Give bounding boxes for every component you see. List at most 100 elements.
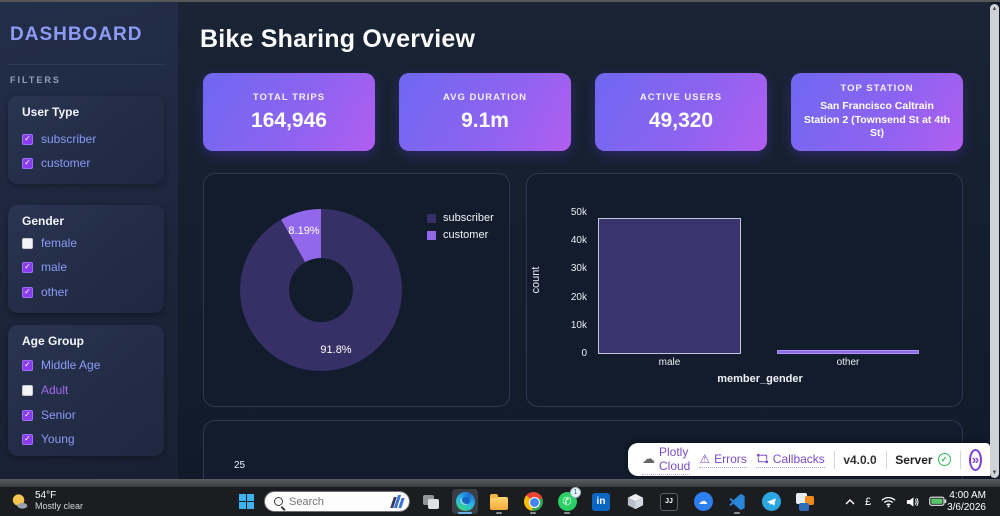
kpi-value: 49,320 xyxy=(648,108,714,132)
wifi-icon[interactable] xyxy=(881,496,896,508)
vmware-icon xyxy=(796,492,814,511)
checkbox-icon[interactable]: ✓ xyxy=(22,261,33,273)
linkedin-icon: in xyxy=(592,492,610,511)
scroll-down-arrow[interactable]: ▼ xyxy=(992,470,998,476)
y-tick: 20k xyxy=(570,292,587,303)
checkbox-icon[interactable]: ✓ xyxy=(22,384,33,396)
checkbox-label: other xyxy=(41,285,69,299)
kpi-value: 9.1m xyxy=(461,108,509,132)
kpi-card-active-users: ACTIVE USERS 49,320 xyxy=(595,73,767,151)
checkbox-option-adult[interactable]: ✓ Adult xyxy=(22,383,68,397)
bar-plot-area xyxy=(597,213,923,354)
taskbar-vmware-button[interactable] xyxy=(792,489,818,514)
windows-taskbar: 54°F Mostly clear ✆1 in xyxy=(0,487,1000,516)
kpi-value: San Francisco Caltrain Station 2 (Townse… xyxy=(803,100,951,140)
kpi-card-avg-duration: AVG DURATION 9.1m xyxy=(399,73,571,151)
checkbox-option-other[interactable]: ✓ other xyxy=(22,285,68,299)
desktop-screen: DASHBOARD FILTERS User Type ✓ subscriber… xyxy=(0,0,1000,516)
page-scrollbar[interactable]: ▲ ▼ xyxy=(990,4,999,478)
taskbar-search[interactable] xyxy=(264,491,410,512)
checkbox-icon[interactable]: ✓ xyxy=(22,433,33,445)
legend-item-subscriber[interactable]: subscriber xyxy=(427,212,494,224)
search-input[interactable] xyxy=(289,495,371,508)
checkbox-icon[interactable]: ✓ xyxy=(22,237,33,249)
checkbox-label: customer xyxy=(41,156,91,170)
checkbox-option-female[interactable]: ✓ female xyxy=(22,236,77,250)
checkbox-icon[interactable]: ✓ xyxy=(22,157,33,169)
filter-group-age: Age Group ✓ Middle Age ✓ Adult ✓ Senior … xyxy=(8,325,164,456)
battery-icon[interactable] xyxy=(929,496,947,507)
weather-icon xyxy=(12,493,28,509)
start-button[interactable] xyxy=(239,494,254,509)
running-indicator xyxy=(530,512,536,514)
cube-icon xyxy=(627,493,643,510)
taskbar-app-icons: ✆ 1 in JJ ☁ xyxy=(418,487,818,515)
taskbar-chrome-button[interactable] xyxy=(520,489,546,514)
checkbox-label: Senior xyxy=(41,408,76,422)
errors-button[interactable]: ⚠ Errors xyxy=(699,451,747,468)
kpi-card-top-station: TOP STATION San Francisco Caltrain Stati… xyxy=(791,73,963,151)
app-title: DASHBOARD xyxy=(10,24,143,45)
gender-bar-panel: count 0 10k 20k 30k 40k 50k male other m… xyxy=(526,173,963,407)
volume-icon[interactable] xyxy=(906,496,919,508)
taskbar-ide-button[interactable]: JJ xyxy=(656,489,682,514)
checkbox-option-customer[interactable]: ✓ customer xyxy=(22,156,90,170)
checkbox-icon[interactable]: ✓ xyxy=(22,286,33,298)
legend-item-customer[interactable]: customer xyxy=(427,229,494,241)
plotly-cloud-label: Plotly Cloud xyxy=(659,444,691,473)
running-indicator xyxy=(458,512,472,514)
checkbox-icon[interactable]: ✓ xyxy=(22,359,33,371)
y-tick: 30k xyxy=(570,263,587,274)
checkbox-option-subscriber[interactable]: ✓ subscriber xyxy=(22,132,96,146)
scroll-up-arrow[interactable]: ▲ xyxy=(992,6,998,12)
x-tick-male: male xyxy=(658,357,681,368)
blue-app-icon: ☁ xyxy=(693,492,713,511)
weather-condition: Mostly clear xyxy=(35,501,84,511)
checkbox-option-middle-age[interactable]: ✓ Middle Age xyxy=(22,358,100,372)
filter-group-gender: Gender ✓ female ✓ male ✓ other xyxy=(8,205,164,313)
taskbar-edge-button[interactable] xyxy=(452,489,478,514)
taskbar-vscode-button[interactable] xyxy=(724,489,750,514)
divider xyxy=(959,450,961,469)
taskbar-explorer-button[interactable] xyxy=(486,489,512,514)
filters-sidebar: DASHBOARD FILTERS User Type ✓ subscriber… xyxy=(0,2,178,479)
running-indicator xyxy=(734,512,740,514)
taskbar-blue-app-button[interactable]: ☁ xyxy=(690,489,716,514)
taskbar-linkedin-button[interactable]: in xyxy=(588,489,614,514)
checkbox-label: Middle Age xyxy=(41,358,101,372)
legend-swatch xyxy=(427,230,436,240)
tray-chevron-up[interactable] xyxy=(845,498,855,505)
plotly-cloud-button[interactable]: ☁ Plotly Cloud xyxy=(642,445,690,475)
checkbox-option-young[interactable]: ✓ Young xyxy=(22,432,75,446)
filter-group-title: User Type xyxy=(22,105,80,119)
taskbar-clock[interactable]: 4:00 AM 3/6/2026 xyxy=(947,490,986,514)
vscode-icon xyxy=(729,493,745,510)
checkbox-option-senior[interactable]: ✓ Senior xyxy=(22,408,76,422)
divider xyxy=(833,450,835,469)
telegram-icon xyxy=(761,492,781,511)
bar-male[interactable] xyxy=(598,218,741,354)
y-tick: 10k xyxy=(570,320,587,331)
pie-legend: subscriber customer xyxy=(427,212,494,241)
edge-icon xyxy=(455,492,475,511)
taskbar-telegram-button[interactable] xyxy=(758,489,784,514)
warning-icon: ⚠ xyxy=(699,451,711,466)
server-status: Server ✓ xyxy=(895,453,951,467)
errors-label: Errors xyxy=(714,451,747,466)
checkbox-option-male[interactable]: ✓ male xyxy=(22,260,67,274)
callbacks-button[interactable]: Callbacks xyxy=(755,452,825,468)
devtools-expand-button[interactable]: » xyxy=(969,448,983,471)
kpi-label: TOP STATION xyxy=(840,83,914,95)
taskbar-cube-app-button[interactable] xyxy=(622,489,648,514)
checkbox-icon[interactable]: ✓ xyxy=(22,409,33,421)
task-view-button[interactable] xyxy=(418,489,444,514)
checkbox-label: female xyxy=(41,236,78,250)
filter-group-user-type: User Type ✓ subscriber ✓ customer xyxy=(8,96,164,184)
checkbox-icon[interactable]: ✓ xyxy=(22,133,33,145)
weather-widget[interactable]: 54°F Mostly clear xyxy=(10,490,83,512)
dash-version: v4.0.0 xyxy=(843,452,877,467)
taskbar-whatsapp-button[interactable]: ✆ 1 xyxy=(554,487,581,514)
dashboard-main: Bike Sharing Overview TOTAL TRIPS 164,94… xyxy=(178,2,991,490)
bar-other[interactable] xyxy=(777,350,919,354)
tray-language-indicator[interactable]: £ xyxy=(865,496,871,508)
